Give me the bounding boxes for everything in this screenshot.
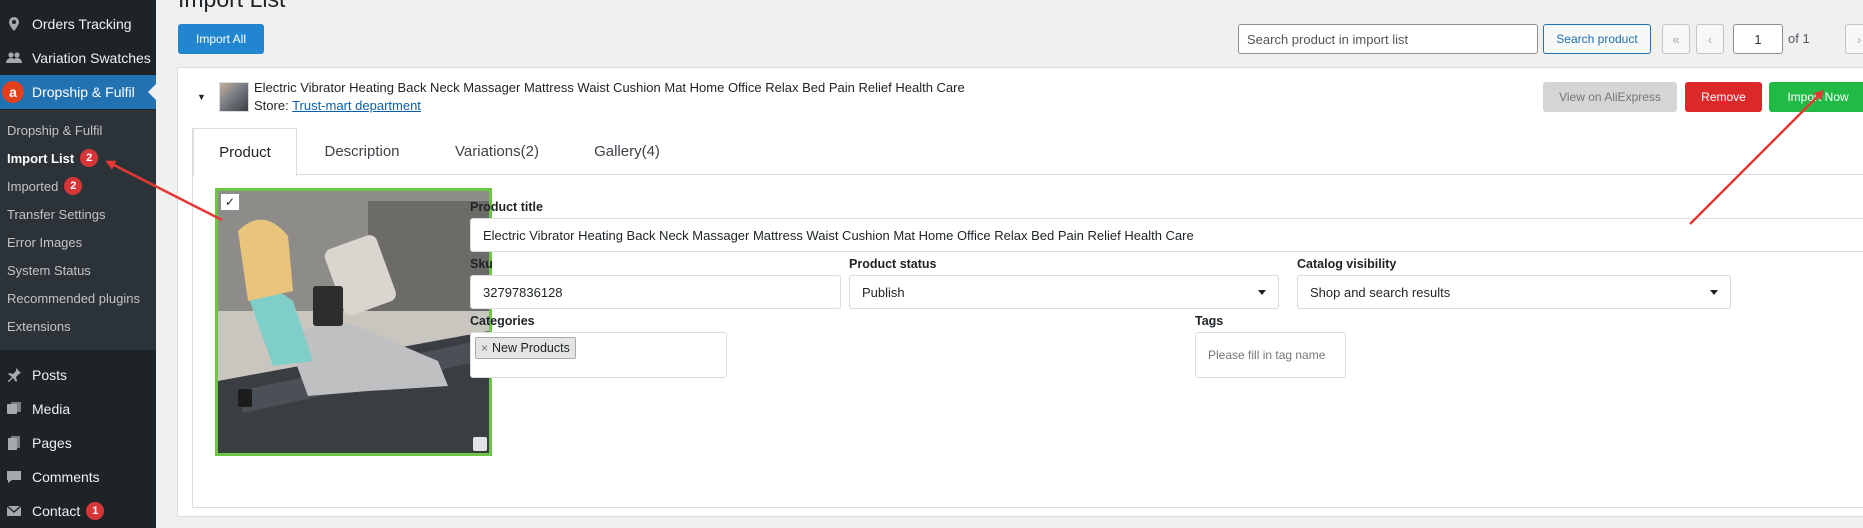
submenu-extensions[interactable]: Extensions [7, 316, 71, 336]
submenu-label: Dropship & Fulfil [7, 122, 103, 138]
search-product-button[interactable]: Search product [1543, 24, 1651, 54]
media-icon [6, 401, 22, 417]
sidebar-item-contact[interactable]: Contact 1 [0, 494, 156, 528]
submenu-label: Import List [7, 150, 75, 166]
submenu-error-images[interactable]: Error Images [7, 232, 82, 252]
chip-remove-icon[interactable]: × [481, 341, 488, 355]
submenu-label: Error Images [7, 234, 83, 250]
chevron-down-icon [1258, 290, 1266, 295]
first-page-button[interactable]: « [1662, 24, 1690, 54]
store-link[interactable]: Trust-mart department [292, 98, 421, 113]
category-chip-label: New Products [492, 341, 570, 355]
submenu-dropship-fulfil[interactable]: Dropship & Fulfil [7, 120, 102, 140]
page-title: Import List [178, 0, 285, 13]
submenu-label: Transfer Settings [7, 206, 106, 222]
product-photo-illustration [218, 191, 489, 453]
catalog-visibility-select[interactable]: Shop and search results [1297, 275, 1731, 309]
tags-label: Tags [1195, 314, 1224, 328]
product-main-image[interactable]: ✓ [215, 188, 492, 456]
mail-icon [6, 503, 22, 519]
sidebar-item-label: Pages [32, 435, 72, 451]
import-now-button[interactable]: Import Now [1769, 82, 1863, 112]
image-zoom-icon[interactable] [473, 437, 487, 451]
admin-sidebar: Orders Tracking Variation Swatches a Dro… [0, 0, 156, 528]
sidebar-item-comments[interactable]: Comments [0, 460, 156, 494]
categories-label: Categories [470, 314, 535, 328]
tab-product[interactable]: Product [193, 128, 297, 176]
categories-select[interactable]: × New Products [470, 332, 727, 378]
sidebar-item-label: Dropship & Fulfil [32, 84, 135, 100]
product-thumbnail [219, 82, 249, 112]
submenu-system-status[interactable]: System Status [7, 260, 91, 280]
product-status-select[interactable]: Publish [849, 275, 1279, 309]
sidebar-item-label: Media [32, 401, 71, 417]
submenu-import-list[interactable]: Import List 2 [7, 148, 99, 168]
import-all-button[interactable]: Import All [178, 24, 264, 54]
current-menu-arrow [148, 84, 156, 100]
sidebar-item-label: Orders Tracking [32, 16, 132, 32]
store-line: Store: Trust-mart department [254, 98, 421, 113]
sku-label: Sku [470, 257, 493, 271]
tab-gallery[interactable]: Gallery(4) [567, 128, 687, 175]
product-title-input[interactable]: Electric Vibrator Heating Back Neck Mass… [470, 218, 1863, 252]
tags-input[interactable]: Please fill in tag name [1195, 332, 1346, 378]
store-label: Store: [254, 98, 289, 113]
submenu-label: Imported [7, 178, 59, 194]
comment-icon [6, 469, 22, 485]
submenu-imported[interactable]: Imported 2 [7, 176, 83, 196]
sku-input[interactable]: 32797836128 [470, 275, 841, 309]
submenu-label: Recommended plugins [7, 290, 140, 306]
sidebar-submenu: Dropship & Fulfil Import List 2 Imported… [0, 110, 156, 350]
product-title-label: Product title [470, 200, 543, 214]
page-total-label: of 1 [1788, 31, 1810, 46]
sidebar-item-orders-tracking[interactable]: Orders Tracking [0, 7, 156, 41]
next-page-button[interactable]: › [1845, 24, 1863, 54]
contact-count-badge: 1 [86, 502, 105, 520]
product-tabs-panel: Product Description Variations(2) Galler… [192, 128, 1863, 508]
catalog-visibility-value: Shop and search results [1310, 284, 1451, 300]
chevron-down-icon [1710, 290, 1718, 295]
product-name: Electric Vibrator Heating Back Neck Mass… [254, 80, 965, 95]
product-status-value: Publish [862, 284, 905, 300]
users-icon [6, 50, 22, 66]
pin-icon [6, 367, 22, 383]
import-product-card: ▼ Electric Vibrator Heating Back Neck Ma… [177, 67, 1863, 517]
submenu-label: System Status [7, 262, 91, 278]
category-chip: × New Products [475, 337, 576, 359]
sidebar-item-variation-swatches[interactable]: Variation Swatches [0, 41, 156, 75]
aliexpress-logo-icon: a [2, 81, 24, 103]
sidebar-item-media[interactable]: Media [0, 392, 156, 426]
import-list-count-badge: 2 [80, 149, 99, 167]
sidebar-item-label: Comments [32, 469, 100, 485]
tabs-bar: Product Description Variations(2) Galler… [193, 128, 1863, 176]
product-status-label: Product status [849, 257, 937, 271]
tab-variations[interactable]: Variations(2) [427, 128, 567, 175]
page-number-input[interactable] [1733, 24, 1783, 54]
pages-icon [6, 435, 22, 451]
remove-button[interactable]: Remove [1685, 82, 1762, 112]
sidebar-item-pages[interactable]: Pages [0, 426, 156, 460]
sidebar-item-posts[interactable]: Posts [0, 358, 156, 392]
sidebar-item-label: Variation Swatches [32, 50, 151, 66]
submenu-recommended-plugins[interactable]: Recommended plugins [7, 288, 140, 308]
sidebar-item-dropship-fulfil[interactable]: a Dropship & Fulfil [0, 75, 156, 109]
imported-count-badge: 2 [64, 177, 83, 195]
image-select-checkbox[interactable]: ✓ [220, 193, 240, 211]
catalog-visibility-label: Catalog visibility [1297, 257, 1397, 271]
prev-page-button[interactable]: ‹ [1696, 24, 1724, 54]
search-input[interactable] [1238, 24, 1538, 54]
sidebar-item-label: Contact [32, 503, 81, 519]
submenu-label: Extensions [7, 318, 71, 334]
location-pin-icon [6, 16, 22, 32]
view-on-aliexpress-button[interactable]: View on AliExpress [1543, 82, 1677, 112]
collapse-caret-icon[interactable]: ▼ [197, 92, 206, 102]
tab-description[interactable]: Description [297, 128, 427, 175]
submenu-transfer-settings[interactable]: Transfer Settings [7, 204, 106, 224]
sidebar-item-label: Posts [32, 367, 68, 383]
